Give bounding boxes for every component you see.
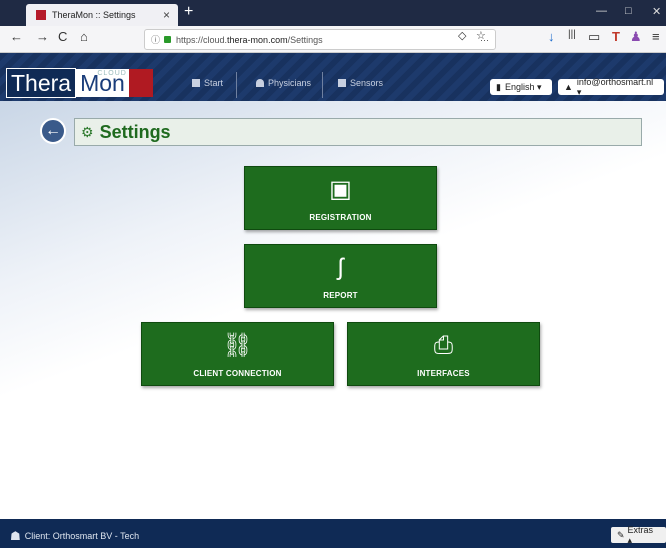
menu-start-label: Start xyxy=(204,78,224,88)
menu-sensors-label: Sensors xyxy=(350,78,384,88)
logo-wave-icon xyxy=(128,69,153,97)
page-title-bar: ⚙ Settings xyxy=(74,118,642,146)
back-button[interactable]: ← xyxy=(40,118,66,144)
flag-icon: ▮ xyxy=(496,81,501,92)
theramon-logo[interactable]: Thera Mon CLOUD xyxy=(6,68,153,98)
close-window-button[interactable]: ✕ xyxy=(652,5,661,18)
tab-title: TheraMon :: Settings xyxy=(52,10,136,20)
url-bar[interactable]: ⓘ https://cloud. thera-mon.com/Settings ·… xyxy=(144,29,496,50)
menu-physicians-label: Physicians xyxy=(268,78,312,88)
language-dropdown[interactable]: ▮ English ▾ xyxy=(490,79,552,95)
address-book-icon: ▣ xyxy=(329,175,352,203)
logo-mon: Mon CLOUD xyxy=(76,69,129,97)
tab-close-icon[interactable]: × xyxy=(163,8,170,22)
logo-thera: Thera xyxy=(6,68,77,98)
pocket-icon[interactable]: ◇ xyxy=(458,29,466,42)
url-path: /Settings xyxy=(287,34,323,45)
certificate-icon: ⎙ xyxy=(433,331,454,359)
page-title: Settings xyxy=(99,121,171,142)
menu-physicians[interactable]: Physicians xyxy=(256,78,311,88)
browser-tab[interactable]: TheraMon :: Settings × xyxy=(26,4,178,26)
home-icon[interactable]: ⌂ xyxy=(80,29,88,44)
tile-registration[interactable]: ▣ REGISTRATION xyxy=(244,166,437,230)
client-info: ☗ Client: Orthosmart BV - Tech xyxy=(10,529,139,543)
menu-divider xyxy=(236,72,237,98)
gears-icon: ⚙ xyxy=(81,123,94,140)
maximize-button[interactable]: □ xyxy=(625,5,632,17)
tile-report[interactable]: ʃ REPORT xyxy=(244,244,437,308)
report-wave-icon: ʃ xyxy=(337,253,344,281)
menu-hamburger-icon[interactable]: ≡ xyxy=(652,29,660,44)
downloads-icon[interactable]: ↓ xyxy=(548,29,555,44)
menu-divider xyxy=(322,72,323,98)
forward-arrow-icon[interactable]: → xyxy=(36,29,49,44)
wrench-icon: ✎ xyxy=(617,529,625,540)
user-dropdown[interactable]: ▲ info@orthosmart.nl ▾ xyxy=(558,76,664,97)
link-icon: ⛓ xyxy=(222,331,253,359)
url-prefix: https://cloud. xyxy=(176,34,228,45)
users-icon: ☗ xyxy=(10,529,21,543)
new-tab-button[interactable]: + xyxy=(184,3,193,21)
logo-cloud: CLOUD xyxy=(97,70,127,77)
tile-client-connection[interactable]: ⛓ CLIENT CONNECTION xyxy=(141,322,334,386)
menu-sensors[interactable]: Sensors xyxy=(338,78,383,88)
tile-label: REGISTRATION xyxy=(309,212,372,222)
tile-interfaces[interactable]: ⎙ INTERFACES xyxy=(347,322,540,386)
sidebar-icon[interactable]: ▭ xyxy=(588,29,600,45)
site-info-icon[interactable]: ⓘ xyxy=(151,33,160,46)
physician-icon xyxy=(256,79,264,87)
grid-icon xyxy=(192,79,200,87)
library-icon[interactable]: ||| xyxy=(568,29,576,40)
tile-label: REPORT xyxy=(323,290,358,300)
url-domain: thera-mon.com xyxy=(227,34,288,45)
client-label: Client: Orthosmart BV - Tech xyxy=(24,531,140,541)
user-email: info@orthosmart.nl ▾ xyxy=(576,76,654,97)
user-icon: ▲ xyxy=(564,82,573,92)
menu-start[interactable]: Start xyxy=(192,78,223,88)
main-content xyxy=(0,101,666,519)
extension-t-icon[interactable]: T xyxy=(612,29,620,44)
back-arrow-icon[interactable]: ← xyxy=(10,29,23,44)
tile-label: INTERFACES xyxy=(417,368,470,378)
extension-icon[interactable]: ♟ xyxy=(630,29,642,45)
bookmark-star-icon[interactable]: ☆ xyxy=(476,29,486,42)
minimize-button[interactable]: — xyxy=(596,5,607,17)
tile-label: CLIENT CONNECTION xyxy=(193,368,282,378)
favicon-icon xyxy=(36,10,46,20)
sensor-icon xyxy=(338,79,346,87)
lock-icon xyxy=(164,36,172,43)
extras-button[interactable]: ✎ Extras ▴ xyxy=(611,524,666,545)
language-label: English ▾ xyxy=(504,81,542,92)
extras-label: Extras ▴ xyxy=(627,524,654,545)
reload-icon[interactable]: C xyxy=(58,29,67,44)
